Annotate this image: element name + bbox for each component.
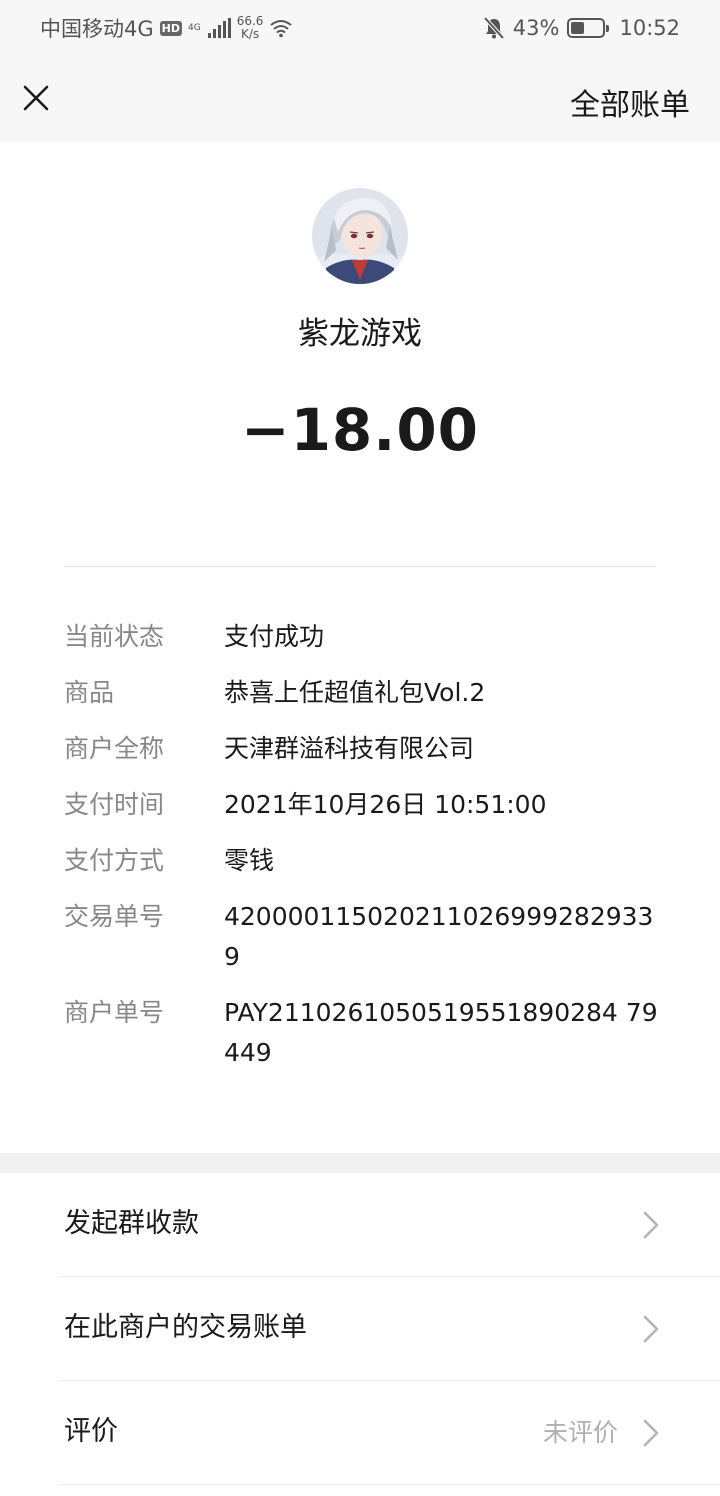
- battery-icon: [567, 18, 610, 38]
- chevron-right-icon: [643, 1211, 659, 1239]
- speed-value: 66.6: [236, 14, 264, 28]
- menu-label: 在此商户的交易账单: [64, 1312, 307, 1343]
- clock: 10:52: [619, 16, 680, 40]
- wifi-icon: [270, 20, 293, 38]
- divider: [64, 566, 656, 567]
- nav-bar: 全部账单: [0, 56, 720, 142]
- detail-label: 商户单号: [64, 998, 165, 1027]
- avatar-image: [312, 188, 408, 284]
- status-right: 43% 10:52: [483, 14, 680, 42]
- signal-icon: [207, 18, 231, 38]
- merchant-avatar: [312, 188, 408, 284]
- detail-label: 支付时间: [64, 790, 165, 819]
- all-bills-link[interactable]: 全部账单: [570, 80, 690, 124]
- chevron-right-icon: [643, 1419, 659, 1447]
- detail-value[interactable]: PAY2110261050519551890284 79449: [224, 993, 664, 1073]
- detail-label: 当前状态: [64, 622, 165, 651]
- section-separator: [0, 1153, 720, 1173]
- detail-value: 2021年10月26日 10:51:00: [224, 790, 547, 819]
- detail-label: 商品: [64, 678, 115, 707]
- payment-amount: −18.00: [240, 396, 480, 464]
- status-left: 中国移动4G HD 4G 66.6 K/s: [40, 14, 293, 42]
- network-speed: 66.6 K/s: [237, 15, 264, 41]
- group-collect-row[interactable]: 发起群收款: [0, 1173, 720, 1277]
- detail-value: 恭喜上任超值礼包Vol.2: [224, 678, 486, 707]
- detail-value: 支付成功: [224, 622, 325, 651]
- chevron-right-icon: [643, 1315, 659, 1343]
- mute-bell-icon: [483, 16, 505, 40]
- detail-value[interactable]: 4200001150202110269992829339: [224, 897, 664, 977]
- menu-label: 发起群收款: [64, 1208, 199, 1239]
- detail-value: 天津群溢科技有限公司: [224, 734, 475, 763]
- carrier-label: 中国移动4G: [40, 17, 154, 41]
- network-type-label: 4G: [187, 22, 201, 33]
- close-button[interactable]: [16, 78, 56, 118]
- detail-label: 商户全称: [64, 734, 165, 763]
- hd-icon: HD: [159, 20, 182, 36]
- speed-unit: K/s: [240, 27, 260, 41]
- divider: [60, 1484, 720, 1485]
- detail-label: 交易单号: [64, 902, 165, 931]
- review-status: 未评价: [542, 1418, 618, 1447]
- merchant-name: 紫龙游戏: [298, 316, 422, 352]
- merchant-bills-row[interactable]: 在此商户的交易账单: [0, 1277, 720, 1381]
- battery-percent: 43%: [512, 16, 560, 40]
- detail-label: 支付方式: [64, 846, 165, 875]
- close-icon: [23, 85, 49, 111]
- menu-label: 评价: [64, 1416, 118, 1447]
- detail-value: 零钱: [224, 846, 275, 875]
- review-row[interactable]: 评价 未评价: [0, 1381, 720, 1485]
- status-bar: 中国移动4G HD 4G 66.6 K/s 43% 10:52: [0, 0, 720, 56]
